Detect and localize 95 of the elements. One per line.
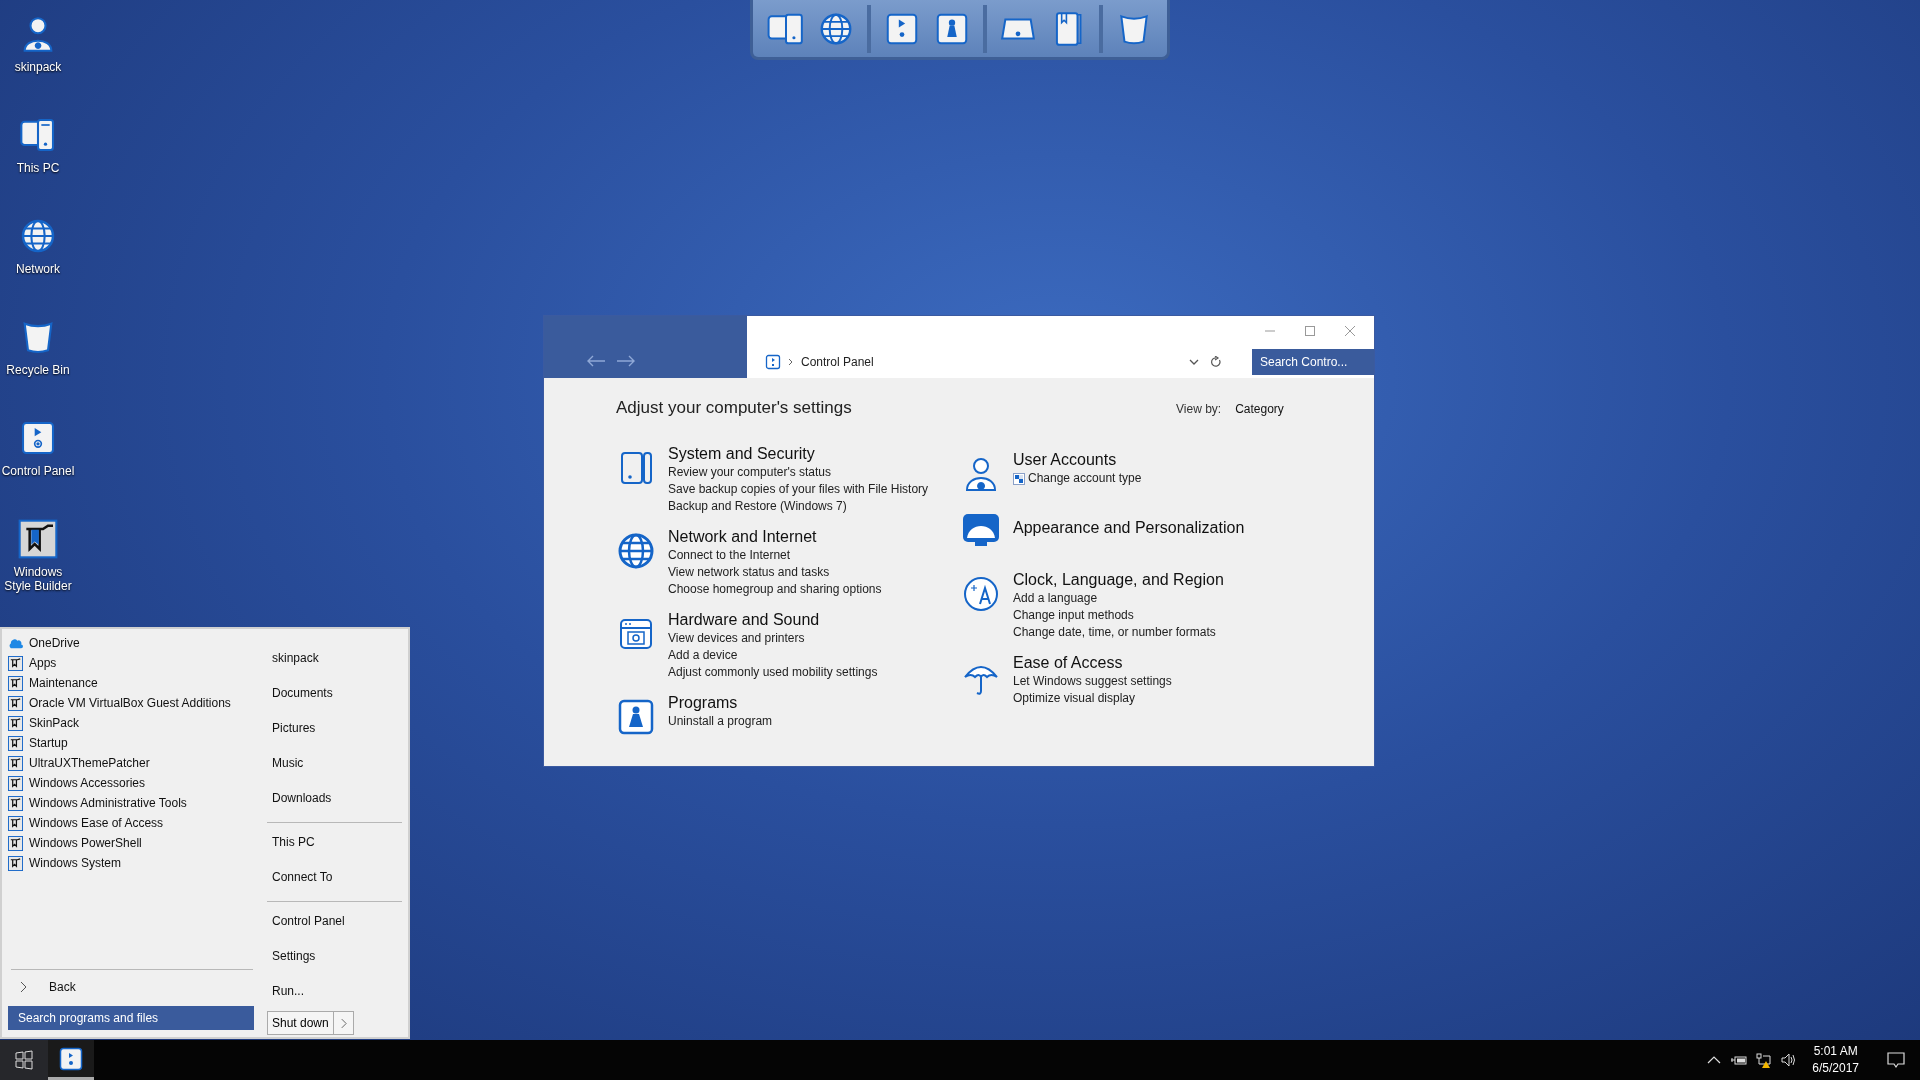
task-link[interactable]: Choose homegroup and sharing options xyxy=(668,581,882,598)
program-group-icon xyxy=(8,655,23,671)
program-folder-item[interactable]: SkinPack xyxy=(29,716,80,730)
program-group-icon xyxy=(8,755,23,771)
program-folder-item[interactable]: UltraUXThemePatcher xyxy=(29,756,150,770)
category-link[interactable]: Ease of Access xyxy=(1013,653,1172,673)
time-text: 5:01 AM xyxy=(1813,1043,1858,1060)
program-folder-item[interactable]: OneDrive xyxy=(29,636,80,650)
task-link[interactable]: Connect to the Internet xyxy=(668,547,791,564)
shield-icon xyxy=(1013,472,1025,485)
program-folder-item[interactable]: Windows Administrative Tools xyxy=(29,796,187,810)
program-folder-item[interactable]: Oracle VM VirtualBox Guest Additions xyxy=(29,696,231,710)
search-field[interactable]: Search Contro... xyxy=(1252,348,1374,375)
panel-icon xyxy=(59,1046,83,1071)
language-icon[interactable] xyxy=(961,574,1001,614)
category-link[interactable]: Clock, Language, and Region xyxy=(1013,570,1224,590)
task-link[interactable]: Adjust commonly used mobility settings xyxy=(668,664,878,681)
taskbar-app-button[interactable] xyxy=(48,1040,94,1080)
shut-down-button[interactable]: Shut down xyxy=(267,1011,334,1035)
address-path[interactable]: Control Panel xyxy=(801,354,1188,369)
program-group-icon xyxy=(8,715,23,731)
program-folder-item[interactable]: Windows System xyxy=(29,856,122,870)
desktop-icon-label[interactable]: Network xyxy=(16,262,60,276)
menu-item[interactable]: Settings xyxy=(267,941,402,976)
program-folder-item[interactable]: Windows Accessories xyxy=(29,776,146,790)
menu-item[interactable]: Documents xyxy=(267,678,402,713)
program-group-icon xyxy=(8,695,23,711)
menu-item[interactable]: Run... xyxy=(267,976,402,1011)
network-warning-icon[interactable] xyxy=(1756,1052,1773,1068)
program-folder-item[interactable]: Apps xyxy=(29,656,57,670)
program-folder-item[interactable]: Windows Ease of Access xyxy=(29,816,164,830)
task-link[interactable]: Add a language xyxy=(1013,590,1098,607)
back-link[interactable]: Back xyxy=(49,980,76,994)
program-group-icon xyxy=(8,815,23,831)
category-link[interactable]: Network and Internet xyxy=(668,527,882,547)
program-group-icon xyxy=(8,855,23,871)
category-link[interactable]: Appearance and Personalization xyxy=(1013,518,1245,538)
menu-item[interactable]: Downloads xyxy=(267,783,402,818)
desktop-icon-label[interactable]: Windows Style Builder xyxy=(0,565,76,593)
task-link[interactable]: Change account type xyxy=(1028,470,1142,487)
category-link[interactable]: System and Security xyxy=(668,444,929,464)
task-link[interactable]: View devices and printers xyxy=(668,630,805,647)
task-link[interactable]: Backup and Restore (Windows 7) xyxy=(668,498,847,515)
task-link[interactable]: Change input methods xyxy=(1013,607,1134,624)
program-group-icon xyxy=(8,675,23,691)
maximize-icon[interactable] xyxy=(1304,325,1316,337)
task-link[interactable]: View network status and tasks xyxy=(668,564,830,581)
clock[interactable]: 5:01 AM 6/5/2017 xyxy=(1812,1043,1859,1077)
speaker-icon[interactable] xyxy=(1781,1052,1798,1068)
start-button[interactable] xyxy=(0,1040,48,1080)
chevron-right-icon xyxy=(339,1017,347,1029)
program-group-icon xyxy=(8,795,23,811)
back-arrow-icon[interactable] xyxy=(586,355,606,367)
desktop-icon-label[interactable]: Control Panel xyxy=(1,464,75,478)
menu-item[interactable]: Connect To xyxy=(267,862,402,897)
globe-icon[interactable] xyxy=(616,531,656,571)
menu-item[interactable]: Control Panel xyxy=(267,906,402,941)
task-link[interactable]: Review your computer's status xyxy=(668,464,832,481)
desktop-icon-label[interactable]: This PC xyxy=(16,161,60,175)
program-folder-item[interactable]: Windows PowerShell xyxy=(29,836,142,850)
view-by-label: View by: xyxy=(1176,402,1222,416)
program-folder-item[interactable]: Maintenance xyxy=(29,676,98,690)
task-link[interactable]: Save backup copies of your files with File History xyxy=(668,481,929,498)
task-link[interactable]: Add a device xyxy=(668,647,738,664)
program-group-icon xyxy=(8,775,23,791)
category-link[interactable]: User Accounts xyxy=(1013,450,1142,470)
program-group-icon xyxy=(8,735,23,751)
menu-item[interactable]: This PC xyxy=(267,827,402,862)
close-icon[interactable] xyxy=(1344,325,1356,337)
chevron-right-icon xyxy=(787,357,795,366)
menu-item[interactable]: Music xyxy=(267,748,402,783)
search-field[interactable]: Search programs and files xyxy=(8,1006,254,1030)
notification-icon[interactable] xyxy=(1886,1050,1906,1070)
menu-item[interactable]: Pictures xyxy=(267,713,402,748)
chevron-right-icon[interactable] xyxy=(19,981,27,993)
menu-item[interactable]: skinpack xyxy=(267,643,402,678)
page-heading: Adjust your computer's settings xyxy=(616,398,853,418)
pawn-icon[interactable] xyxy=(616,697,656,737)
desktop-icon-label[interactable]: Recycle Bin xyxy=(6,363,70,377)
windows-icon xyxy=(14,1050,34,1070)
task-link[interactable]: Change date, time, or number formats xyxy=(1013,624,1216,641)
forward-arrow-icon[interactable] xyxy=(616,355,636,367)
program-group-icon xyxy=(8,835,23,851)
refresh-icon[interactable] xyxy=(1210,355,1222,368)
task-link[interactable]: Optimize visual display xyxy=(1013,690,1136,707)
date-text: 6/5/2017 xyxy=(1812,1060,1859,1077)
category-link[interactable]: Programs xyxy=(668,693,773,713)
view-by-dropdown[interactable]: Category xyxy=(1235,402,1284,416)
desktop-icon-label[interactable]: skinpack xyxy=(14,60,62,74)
task-link[interactable]: Let Windows suggest settings xyxy=(1013,673,1172,690)
category-link[interactable]: Hardware and Sound xyxy=(668,610,878,630)
builder-icon[interactable] xyxy=(18,519,58,559)
program-folder-item[interactable]: Startup xyxy=(29,736,68,750)
task-link[interactable]: Uninstall a program xyxy=(668,713,773,730)
panel-icon xyxy=(765,353,781,370)
